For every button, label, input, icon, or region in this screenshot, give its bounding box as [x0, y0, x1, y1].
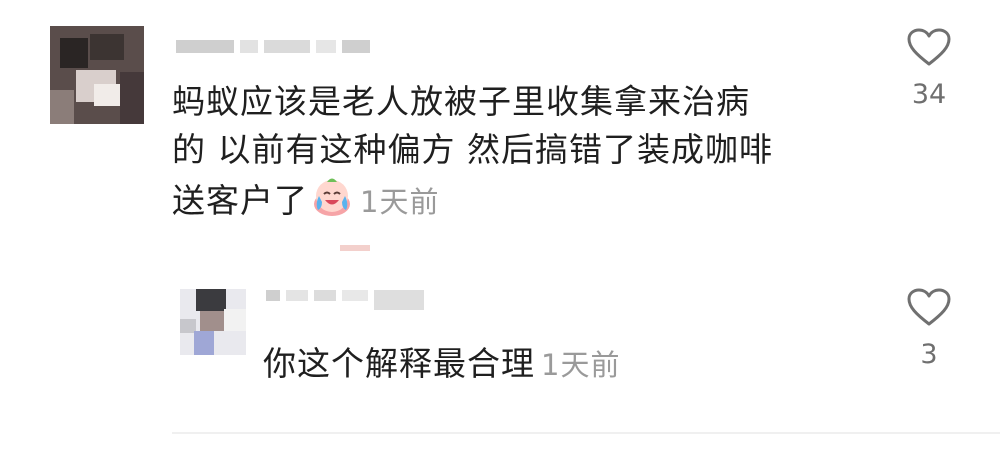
- username-blurred[interactable]: [176, 40, 370, 53]
- comment-line: 蚂蚁应该是老人放被子里收集拿来治病: [172, 82, 750, 121]
- heart-outline-icon: [907, 288, 951, 326]
- like-button[interactable]: 3: [899, 287, 959, 370]
- heart-outline-icon: [907, 28, 951, 66]
- reply-content: 你这个解释最合理: [263, 344, 535, 383]
- comment-line: 的 以前有这种偏方 然后搞错了装成咖啡: [172, 130, 773, 169]
- timestamp: 1天前: [541, 348, 621, 382]
- comment-text: 蚂蚁应该是老人放被子里收集拿来治病 的 以前有这种偏方 然后搞错了装成咖啡 送客…: [172, 78, 773, 226]
- comment-line: 送客户了 1天前: [172, 174, 773, 226]
- reply-text: 你这个解释最合理 1天前: [263, 340, 620, 389]
- divider: [172, 432, 1000, 434]
- avatar[interactable]: [180, 289, 246, 355]
- crying-laughing-emoji-icon: [314, 178, 350, 216]
- timestamp: 1天前: [360, 185, 440, 219]
- comment-line-text: 送客户了: [172, 181, 308, 220]
- like-count: 34: [911, 79, 947, 110]
- username-blurred[interactable]: [266, 290, 424, 310]
- emoji-shadow: [340, 245, 370, 251]
- avatar[interactable]: [50, 26, 144, 124]
- like-button[interactable]: 34: [899, 27, 959, 110]
- like-count: 3: [920, 339, 938, 370]
